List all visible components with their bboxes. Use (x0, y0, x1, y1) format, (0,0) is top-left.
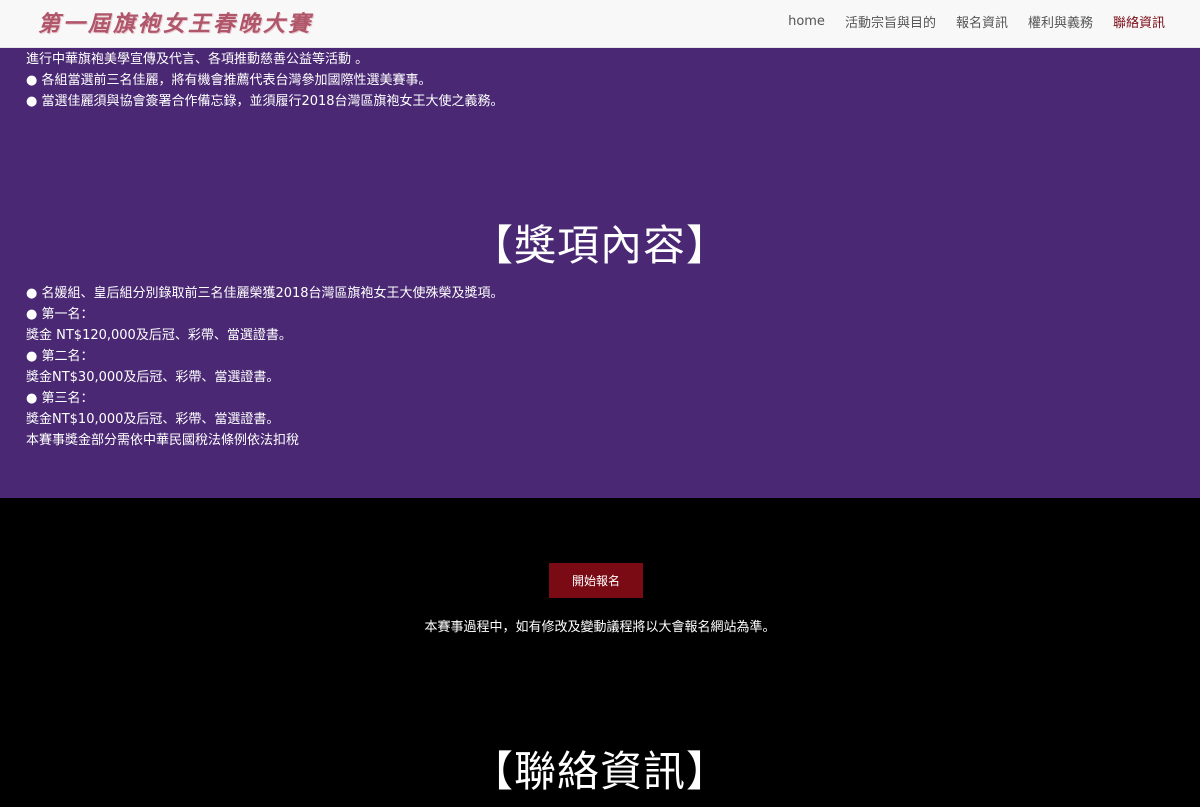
awards-line: ● 第二名： (26, 349, 94, 364)
awards-line: 獎金NT$10,000及后冠、彩帶、當選證書。 (26, 412, 280, 427)
awards-line: ● 第三名： (26, 391, 94, 406)
site-header: 第一屆旗袍女王春晚大賽 home 活動宗旨與目的 報名資訊 權利與義務 聯絡資訊 (0, 0, 1200, 48)
awards-title: 【獎項內容】 (470, 221, 729, 270)
nav-item-contact[interactable]: 聯絡資訊 (1113, 12, 1165, 31)
duties-line: ● 當選佳麗須與協會簽署合作備忘錄，並須履行2018台灣區旗袍女王大使之義務。 (26, 94, 504, 109)
nav-item-home[interactable]: home (788, 14, 825, 29)
awards-line: ● 第一名： (26, 307, 94, 322)
start-signup-button[interactable]: 開始報名 (549, 563, 643, 598)
nav-item-registration[interactable]: 報名資訊 (956, 12, 1008, 31)
site-logo[interactable]: 第一屆旗袍女王春晚大賽 (38, 6, 313, 38)
duties-line: ● 各組當選前三名佳麗，將有機會推薦代表台灣參加國際性選美賽事。 (26, 73, 432, 88)
awards-line: 獎金 NT$120,000及后冠、彩帶、當選證書。 (26, 328, 292, 343)
awards-line: ● 名媛組、皇后組分別錄取前三名佳麗榮獲2018台灣區旗袍女王大使殊榮及獎項。 (26, 286, 504, 301)
contact-title: 【聯絡資訊】 (470, 747, 729, 796)
nav-item-purpose[interactable]: 活動宗旨與目的 (845, 12, 936, 31)
awards-line: 獎金NT$30,000及后冠、彩帶、當選證書。 (26, 370, 280, 385)
duties-line: 進行中華旗袍美學宣傳及代言、各項推動慈善公益等活動 。 (26, 52, 369, 67)
awards-line: 本賽事獎金部分需依中華民國稅法條例依法扣稅 (26, 433, 300, 448)
nav-item-rights[interactable]: 權利與義務 (1028, 12, 1093, 31)
main-nav: home 活動宗旨與目的 報名資訊 權利與義務 聯絡資訊 (768, 0, 1165, 42)
signup-notice: 本賽事過程中，如有修改及變動議程將以大會報名網站為準。 (424, 620, 776, 635)
